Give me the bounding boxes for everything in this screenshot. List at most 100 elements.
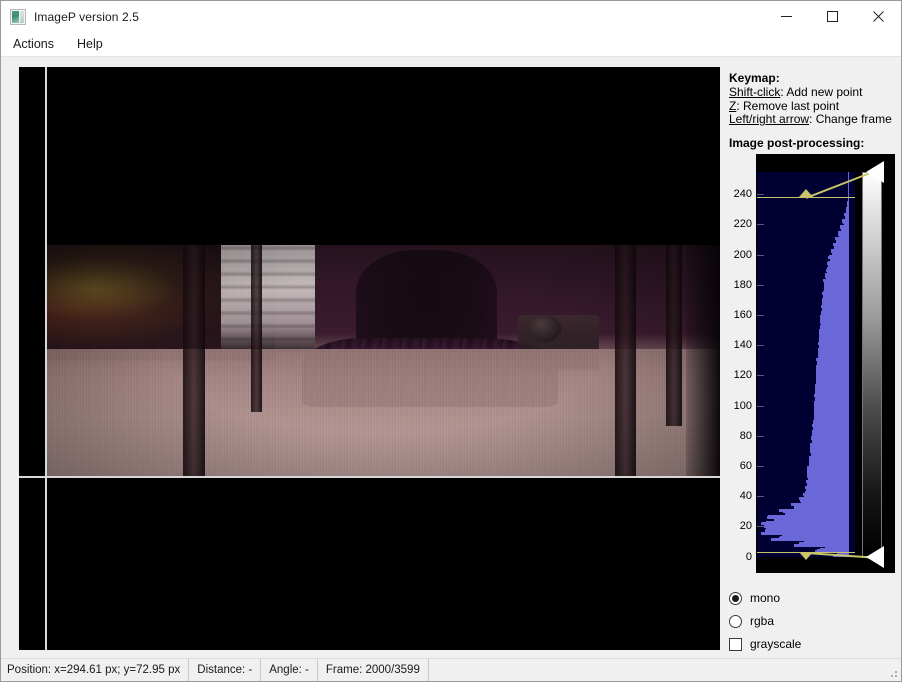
status-distance: Distance: - [189, 659, 262, 681]
histogram-bar [761, 531, 849, 535]
histogram-tick-label: 0 [745, 550, 752, 563]
histogram-bar [848, 187, 849, 191]
histogram-bar [813, 428, 849, 432]
keymap-item-remove-point: Z: Remove last point [729, 98, 895, 114]
histogram-bar [844, 223, 849, 227]
checkbox-grayscale-label: grayscale [750, 637, 802, 651]
side-panel: Keymap: Shift-click: Add new point Z: Re… [729, 71, 895, 656]
histogram-bar [830, 259, 849, 263]
keymap-key-shift-click: Shift-click [729, 85, 781, 99]
histogram-bar [819, 362, 849, 366]
histogram-tick [757, 254, 764, 256]
maximize-button[interactable] [809, 1, 855, 32]
histogram-bar [813, 434, 849, 438]
main-content: Keymap: Shift-click: Add new point Z: Re… [1, 57, 901, 658]
radio-row-rgba[interactable]: rgba [729, 610, 895, 633]
histogram-tick-label: 20 [739, 520, 752, 533]
histogram-bar [793, 543, 849, 547]
histogram-bar [809, 458, 849, 462]
video-frame [45, 245, 720, 477]
histogram-bar [833, 253, 849, 257]
histogram-bar [801, 501, 849, 505]
histogram-tick-label: 60 [739, 459, 752, 472]
crosshair-vertical [45, 67, 47, 650]
histogram-bar [819, 338, 849, 342]
status-angle: Angle: - [261, 659, 318, 681]
histogram-tick-label: 120 [733, 369, 752, 382]
resize-grip[interactable] [886, 666, 898, 678]
histogram-bar [821, 313, 849, 317]
histogram-tick [757, 194, 764, 196]
histogram-bar [780, 519, 849, 523]
histogram-bar [809, 464, 849, 468]
histogram-bar [815, 386, 849, 390]
histogram-tick [757, 345, 764, 347]
histogram-bar [848, 175, 849, 179]
minimize-button[interactable] [763, 1, 809, 32]
keymap-key-arrows: Left/right arrow [729, 112, 810, 126]
histogram-tick [757, 375, 764, 377]
gradient-high-handle[interactable] [866, 160, 884, 183]
histogram-tick [757, 526, 764, 528]
keymap-action-remove-point: : Remove last point [736, 98, 840, 113]
histogram-bar [848, 193, 849, 197]
close-button[interactable] [855, 1, 901, 32]
histogram-tick [757, 224, 764, 226]
histogram-tick-label: 100 [733, 399, 752, 412]
frame-vignette [45, 245, 720, 477]
histogram-tick-label: 240 [733, 188, 752, 201]
histogram-bar [821, 332, 849, 336]
panel-spacer [729, 127, 895, 136]
histogram-bar [822, 301, 849, 305]
histogram-tick-label: 140 [733, 339, 752, 352]
histogram-plot[interactable] [757, 171, 855, 557]
radio-mono[interactable] [729, 591, 742, 605]
histogram-tick-label: 180 [733, 278, 752, 291]
histogram-bar [806, 489, 849, 493]
radio-rgba[interactable] [729, 614, 742, 628]
histogram-bar [798, 507, 849, 511]
histogram-bar [812, 422, 849, 426]
histogram-tick [757, 284, 764, 286]
histogram-bar [817, 350, 849, 354]
histogram-bar [816, 398, 849, 402]
histogram-axis: 240 220 200 180 160 140 120 100 80 60 40 20 0 [729, 154, 756, 573]
histogram-tick-label: 40 [739, 490, 752, 503]
keymap-item-change-frame: Left/right arrow: Change frame [729, 112, 895, 127]
image-canvas[interactable] [19, 67, 720, 650]
histogram-tick-label: 200 [733, 248, 752, 261]
radio-row-mono[interactable]: mono [729, 587, 895, 610]
histogram-widget[interactable]: 240 220 200 180 160 140 120 100 80 60 40 20 0 [729, 153, 895, 573]
app-icon [10, 8, 26, 25]
checkbox-grayscale[interactable] [729, 637, 742, 651]
status-position: Position: x=294.61 px; y=72.95 px [1, 659, 190, 681]
histogram-bar [828, 265, 849, 269]
histogram-bar [825, 283, 849, 287]
window-title: ImageP version 2.5 [34, 9, 139, 24]
histogram-bar [810, 452, 849, 456]
gradient-low-handle[interactable] [866, 545, 884, 568]
window-controls [763, 1, 901, 32]
title-bar: ImageP version 2.5 [1, 1, 901, 32]
histogram-bar [845, 217, 849, 221]
histogram-bar [847, 205, 849, 209]
menu-help[interactable]: Help [75, 35, 112, 54]
menu-bar: Actions Help [1, 32, 901, 57]
histogram-bar [841, 229, 849, 233]
crosshair-horizontal [19, 476, 720, 478]
histogram-tick [757, 496, 764, 498]
menu-actions[interactable]: Actions [11, 35, 63, 54]
histogram-bar [804, 495, 849, 499]
histogram-tick-label: 220 [733, 218, 752, 231]
histogram-bar [815, 392, 849, 396]
histogram-bar [821, 326, 849, 330]
histogram-bar [824, 295, 849, 299]
checkbox-row-grayscale[interactable]: grayscale [729, 633, 895, 656]
application-window: ImageP version 2.5 Actions Help Keymap: … [0, 0, 902, 682]
keymap-action-add-point: : Add new point [780, 85, 863, 99]
histogram-tick [757, 405, 764, 407]
histogram-bar [815, 410, 849, 414]
histogram-bar [824, 289, 849, 293]
status-frame: Frame: 2000/3599 [318, 659, 429, 681]
histogram-bar [792, 513, 849, 517]
